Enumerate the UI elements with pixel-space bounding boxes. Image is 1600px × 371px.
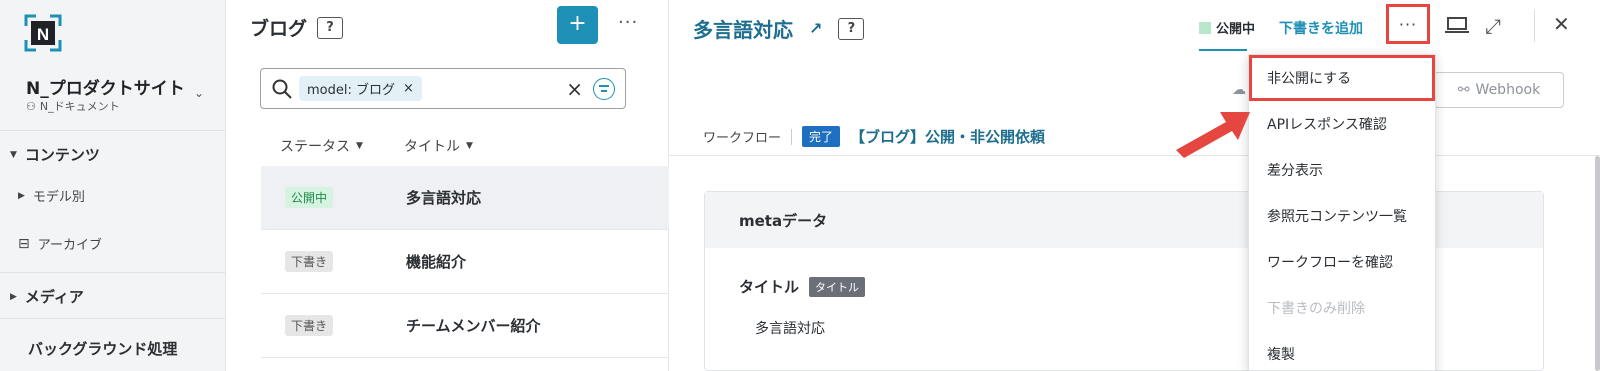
- caret-right-icon: ▶: [18, 190, 25, 201]
- app-window: N N_プロダクトサイト ⚇ N_ドキュメント ⌄ ▼ コンテンツ ▶ モデル別…: [0, 0, 1600, 371]
- sidebar-item-by-model[interactable]: ▶ モデル別: [18, 186, 85, 205]
- webhook-label: Webhook: [1475, 82, 1541, 98]
- workflow-link[interactable]: 【ブログ】公開・非公開依頼: [850, 126, 1045, 147]
- chip-remove-icon[interactable]: ×: [403, 81, 414, 96]
- search-input[interactable]: model: ブログ × ×: [260, 68, 626, 109]
- cloud-icon: ☁: [1232, 82, 1246, 98]
- sidebar: N N_プロダクトサイト ⚇ N_ドキュメント ⌄ ▼ コンテンツ ▶ モデル別…: [0, 0, 226, 371]
- workflow-label: ワークフロー: [703, 131, 782, 146]
- archive-icon: ⊟: [18, 235, 30, 252]
- detail-header: 多言語対応 ↗ ?: [693, 14, 865, 43]
- help-icon[interactable]: ?: [317, 16, 344, 39]
- content-title: 多言語対応: [693, 18, 793, 42]
- service-chevron-down-icon[interactable]: ⌄: [194, 86, 204, 100]
- active-tab-indicator: [1199, 49, 1247, 51]
- service-subtitle: ⚇ N_ドキュメント: [26, 98, 120, 114]
- tab-published[interactable]: 公開中: [1199, 18, 1255, 37]
- webhook-icon: ⚯: [1457, 82, 1470, 98]
- filter-chip-label: model: ブログ: [307, 83, 395, 98]
- filter-chip[interactable]: model: ブログ ×: [299, 76, 422, 101]
- expand-icon[interactable]: ⤢: [1485, 14, 1501, 38]
- scrollbar[interactable]: [1595, 156, 1600, 371]
- service-name[interactable]: N_プロダクトサイト: [26, 74, 185, 99]
- divider: [791, 128, 793, 145]
- field-value[interactable]: 多言語対応: [755, 318, 825, 338]
- search-icon: [272, 79, 292, 99]
- field-type-tag: タイトル: [809, 276, 866, 297]
- list-header: ブログ ?: [250, 14, 344, 41]
- divider: [0, 130, 226, 131]
- sort-caret-icon: ▼: [466, 141, 473, 151]
- table-row[interactable]: 公開中 多言語対応: [261, 166, 669, 230]
- workflow-row: ワークフロー 完了 【ブログ】公開・非公開依頼: [703, 126, 1045, 147]
- caret-right-icon: ▶: [10, 291, 17, 302]
- close-icon[interactable]: ✕: [1553, 12, 1570, 36]
- sidebar-item-archive[interactable]: ⊟ アーカイブ: [18, 234, 102, 254]
- sidebar-item-background-jobs[interactable]: バックグラウンド処理: [28, 338, 177, 359]
- menu-item-duplicate[interactable]: 複製: [1249, 331, 1435, 371]
- list-title: ブログ: [250, 18, 308, 40]
- column-header-label: ステータス: [280, 139, 350, 155]
- webhook-button[interactable]: ⚯ Webhook: [1434, 72, 1564, 108]
- menu-item-unpublish[interactable]: 非公開にする: [1249, 55, 1435, 101]
- more-options-menu: 非公開にする APIレスポンス確認 差分表示 参照元コンテンツ一覧 ワークフロー…: [1248, 54, 1436, 371]
- table-row[interactable]: 下書き 機能紹介: [261, 230, 669, 294]
- network-icon: ⚇: [26, 99, 36, 113]
- service-subtitle-text: N_ドキュメント: [39, 100, 120, 113]
- field-label-row: タイトル タイトル: [739, 276, 866, 297]
- sidebar-item-label: アーカイブ: [37, 238, 102, 253]
- sidebar-item-label: コンテンツ: [24, 146, 100, 164]
- add-content-button[interactable]: +: [557, 6, 598, 44]
- content-list-panel: ブログ ? + ··· model: ブログ × × ステータス ▼ タイトル …: [226, 0, 669, 371]
- column-header-status[interactable]: ステータス ▼: [280, 136, 363, 156]
- clear-search-icon[interactable]: ×: [566, 77, 583, 101]
- caret-down-icon: ▼: [10, 149, 17, 160]
- menu-item-references[interactable]: 参照元コンテンツ一覧: [1249, 193, 1435, 239]
- sidebar-item-label: モデル別: [32, 190, 85, 205]
- column-header-label: タイトル: [404, 139, 460, 155]
- menu-item-diff[interactable]: 差分表示: [1249, 147, 1435, 193]
- sidebar-item-media[interactable]: ▶ メディア: [10, 286, 84, 307]
- status-badge: 下書き: [285, 251, 334, 272]
- menu-item-api-preview[interactable]: APIレスポンス確認: [1249, 101, 1435, 147]
- status-badge: 下書き: [285, 315, 334, 336]
- open-external-icon[interactable]: ↗: [809, 19, 822, 38]
- column-header-title[interactable]: タイトル ▼: [404, 136, 473, 156]
- table-row[interactable]: 下書き チームメンバー紹介: [261, 294, 669, 358]
- sidebar-item-contents[interactable]: ▼ コンテンツ: [10, 144, 100, 165]
- sidebar-item-label: メディア: [24, 288, 84, 306]
- row-title: 多言語対応: [406, 189, 482, 207]
- content-detail-panel: 多言語対応 ↗ ? 公開中 下書きを追加 ··· ⤢ ✕ ⚯ Webhook ワ…: [669, 0, 1600, 371]
- divider: [0, 272, 226, 273]
- more-options-button[interactable]: ···: [1386, 4, 1430, 44]
- logo-icon[interactable]: N: [24, 14, 62, 52]
- status-square-icon: [1199, 21, 1211, 34]
- row-title: 機能紹介: [406, 253, 467, 271]
- row-title: チームメンバー紹介: [406, 317, 541, 335]
- add-draft-link[interactable]: 下書きを追加: [1279, 18, 1363, 38]
- field-label: タイトル: [739, 278, 800, 296]
- sidebar-item-label: バックグラウンド処理: [28, 340, 178, 358]
- filter-icon[interactable]: [593, 78, 615, 100]
- svg-text:N: N: [37, 25, 49, 44]
- status-badge: 公開中: [285, 187, 334, 208]
- preview-laptop-icon[interactable]: [1445, 17, 1469, 33]
- annotation-arrow-icon: [1176, 112, 1250, 158]
- sort-caret-icon: ▼: [356, 141, 363, 151]
- tab-label: 公開中: [1216, 22, 1256, 37]
- menu-item-workflow[interactable]: ワークフローを確認: [1249, 239, 1435, 285]
- divider: [669, 155, 1600, 156]
- help-icon[interactable]: ?: [838, 17, 865, 40]
- workflow-status-badge: 完了: [802, 126, 841, 147]
- list-more-menu-icon[interactable]: ···: [618, 12, 638, 33]
- divider: [0, 318, 226, 319]
- menu-item-delete-draft: 下書きのみ削除: [1267, 301, 1365, 317]
- divider: [1534, 10, 1535, 42]
